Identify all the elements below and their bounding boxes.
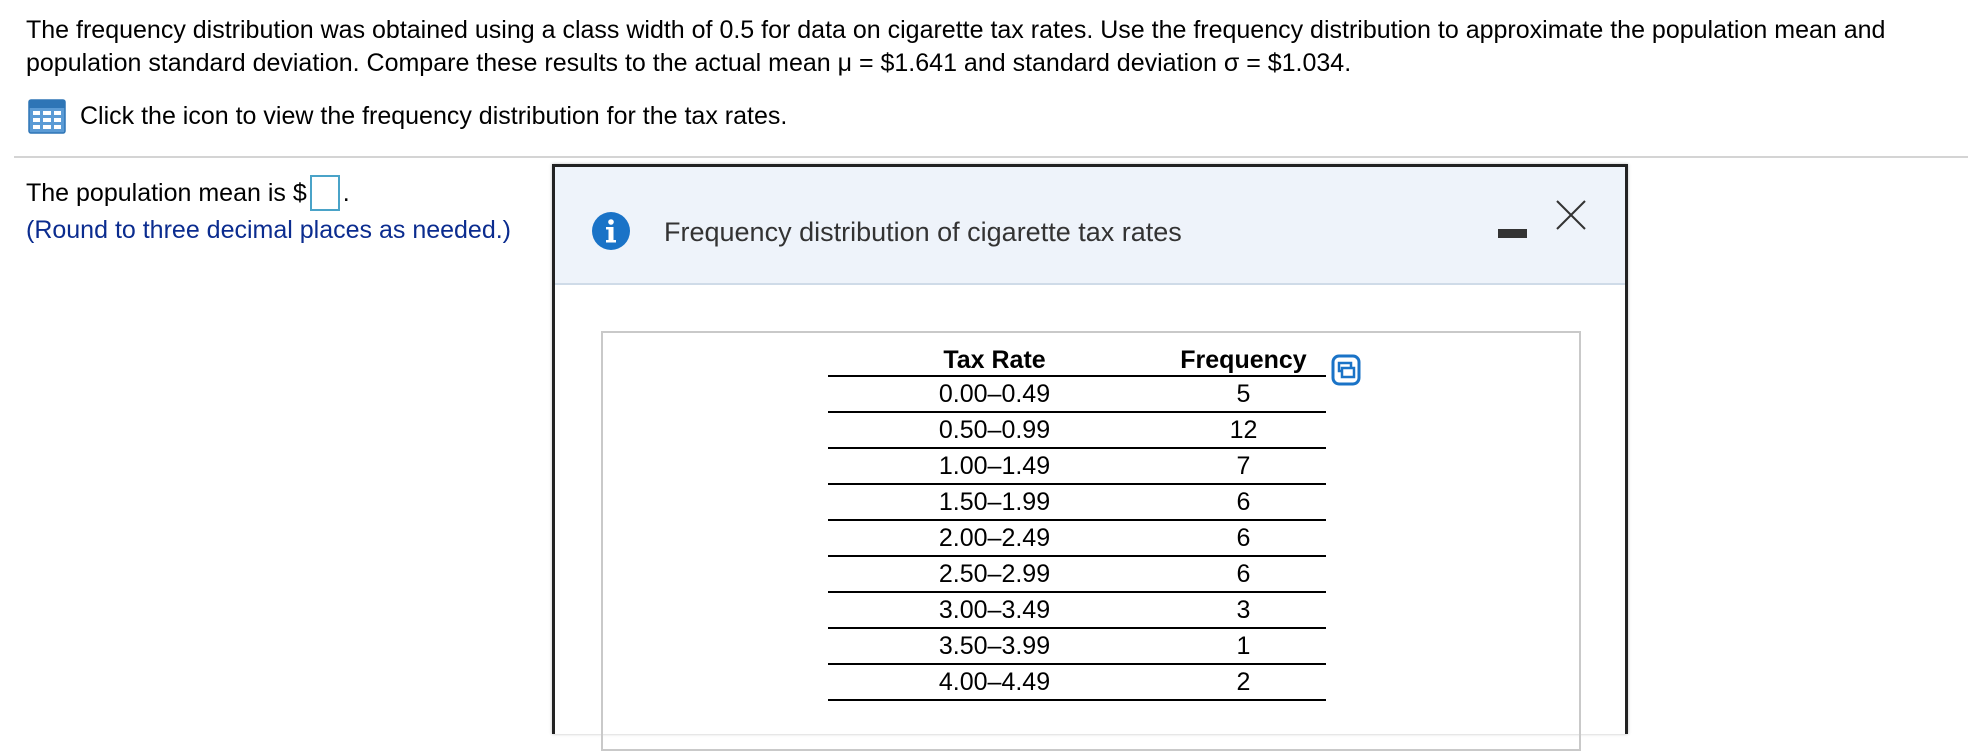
tax-rate-cell: 2.00–2.49 <box>828 520 1161 557</box>
tax-rate-cell: 4.00–4.49 <box>828 664 1161 701</box>
header-tax-rate: Tax Rate <box>828 341 1161 377</box>
tax-rate-cell: 2.50–2.99 <box>828 556 1161 593</box>
popup-title: Frequency distribution of cigarette tax … <box>664 217 1182 247</box>
table-row: 3.50–3.99 1 <box>828 628 1326 665</box>
answer-line: The population mean is $ . <box>26 175 350 211</box>
table-row: 0.00–0.49 5 <box>828 376 1326 413</box>
table-frame: Tax Rate Frequency 0.00–0.49 5 0.50–0.99… <box>601 331 1581 751</box>
frequency-cell: 6 <box>1161 484 1326 521</box>
answer-prefix: The population mean is $ <box>26 179 307 207</box>
frequency-cell: 5 <box>1161 376 1326 413</box>
frequency-cell: 6 <box>1161 520 1326 557</box>
data-link-row: Click the icon to view the frequency dis… <box>28 98 787 134</box>
table-header-row: Tax Rate Frequency <box>828 341 1326 377</box>
table-row: 3.00–3.49 3 <box>828 592 1326 629</box>
frequency-cell: 3 <box>1161 592 1326 629</box>
table-grid-icon[interactable] <box>28 98 66 134</box>
tax-rate-cell: 1.50–1.99 <box>828 484 1161 521</box>
header-frequency: Frequency <box>1161 341 1326 377</box>
frequency-cell: 2 <box>1161 664 1326 701</box>
table-row: 4.00–4.49 2 <box>828 664 1326 701</box>
tax-rate-cell: 3.00–3.49 <box>828 592 1161 629</box>
table-row: 2.50–2.99 6 <box>828 556 1326 593</box>
table-row: 1.00–1.49 7 <box>828 448 1326 485</box>
rounding-note: (Round to three decimal places as needed… <box>26 216 512 244</box>
frequency-cell: 7 <box>1161 448 1326 485</box>
question-text: The frequency distribution was obtained … <box>26 16 1886 77</box>
close-button[interactable] <box>1551 195 1591 235</box>
frequency-cell: 1 <box>1161 628 1326 665</box>
frequency-table: Tax Rate Frequency 0.00–0.49 5 0.50–0.99… <box>828 341 1326 701</box>
frequency-cell: 12 <box>1161 412 1326 449</box>
section-divider <box>14 156 1968 158</box>
minimize-button[interactable] <box>1495 221 1531 245</box>
table-row: 2.00–2.49 6 <box>828 520 1326 557</box>
tax-rate-cell: 1.00–1.49 <box>828 448 1161 485</box>
frequency-cell: 6 <box>1161 556 1326 593</box>
data-link-text: Click the icon to view the frequency dis… <box>80 101 788 130</box>
minimize-icon <box>1498 229 1527 238</box>
close-icon <box>1556 200 1586 230</box>
mean-answer-input[interactable] <box>309 175 340 211</box>
tax-rate-cell: 0.00–0.49 <box>828 376 1161 413</box>
tax-rate-cell: 3.50–3.99 <box>828 628 1161 665</box>
frequency-popup: Frequency distribution of cigarette tax … <box>552 164 1628 751</box>
table-row: 1.50–1.99 6 <box>828 484 1326 521</box>
info-icon <box>591 211 631 251</box>
tax-rate-cell: 0.50–0.99 <box>828 412 1161 449</box>
answer-suffix: . <box>342 179 350 207</box>
popup-header: Frequency distribution of cigarette tax … <box>555 167 1625 285</box>
table-row: 0.50–0.99 12 <box>828 412 1326 449</box>
copy-icon[interactable] <box>1331 354 1361 386</box>
